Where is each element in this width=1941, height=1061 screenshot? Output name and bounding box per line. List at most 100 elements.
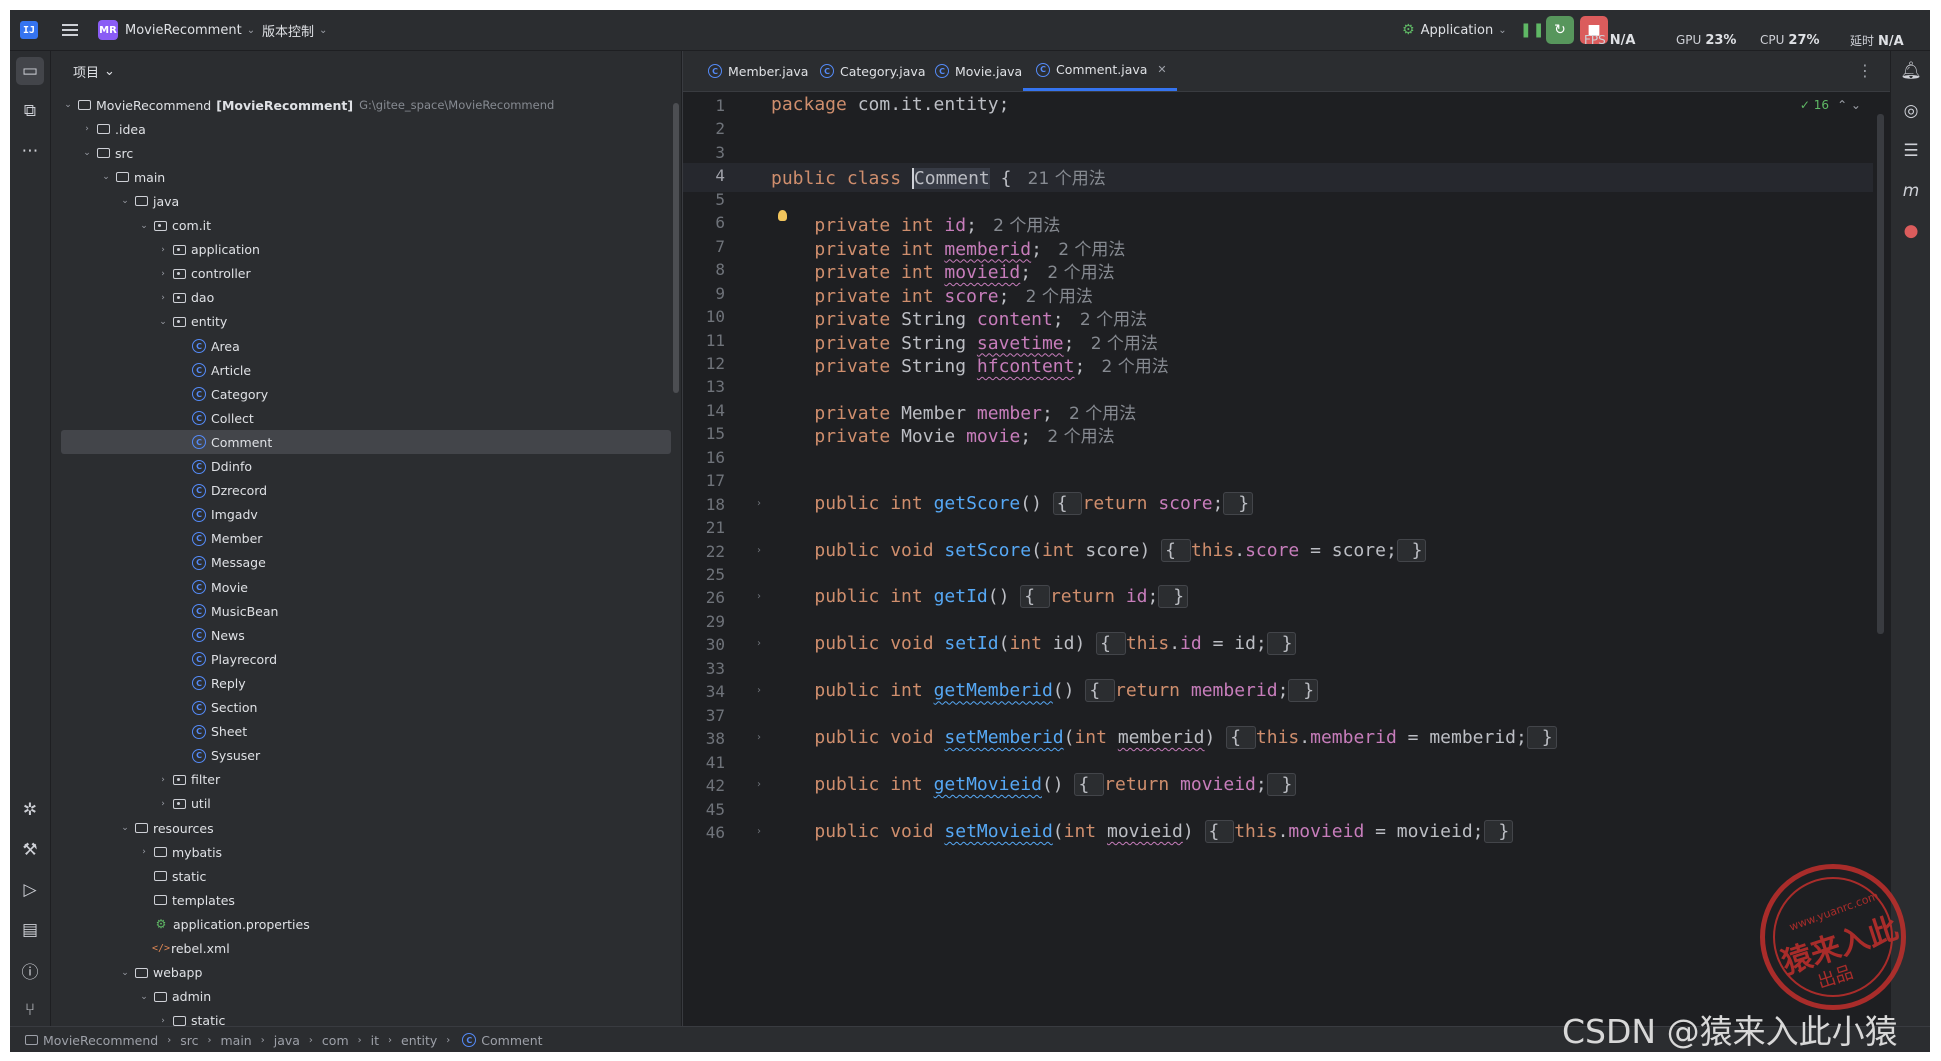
code-line[interactable]: public int getMemberid() { return member… bbox=[771, 679, 1319, 703]
code-line[interactable]: public void setMemberid(int memberid) { … bbox=[771, 726, 1557, 750]
usage-hint[interactable]: 2 个用法 bbox=[1020, 287, 1093, 307]
code-line[interactable]: public int getId() { return id; } bbox=[771, 585, 1189, 609]
breadcrumb-item[interactable]: com bbox=[322, 1033, 349, 1048]
tree-root[interactable]: ⌄ MovieRecommend [MovieRecomment] G:\git… bbox=[51, 93, 681, 117]
tree-item[interactable]: C Sheet bbox=[51, 720, 681, 744]
tree-item[interactable]: C Category bbox=[51, 382, 681, 406]
tree-item[interactable]: C Movie bbox=[51, 575, 681, 599]
chevron-down-icon[interactable]: ⌄ bbox=[80, 148, 94, 158]
tree-item[interactable]: ⚙ application.properties bbox=[51, 912, 681, 936]
fold-chevron-icon[interactable]: › bbox=[757, 826, 761, 837]
usage-hint[interactable]: 21 个用法 bbox=[1022, 169, 1106, 189]
fold-chevron-icon[interactable]: › bbox=[757, 638, 761, 649]
code-line[interactable]: private int score; 2 个用法 bbox=[771, 282, 1093, 307]
chevron-down-icon[interactable]: ⌄ bbox=[99, 172, 113, 182]
run-tool-icon[interactable]: ▷ bbox=[16, 876, 44, 904]
code-line[interactable]: private String savetime; 2 个用法 bbox=[771, 329, 1158, 354]
usage-hint[interactable]: 2 个用法 bbox=[988, 216, 1060, 236]
tree-item[interactable]: C News bbox=[51, 623, 681, 647]
breadcrumb-item[interactable]: it bbox=[371, 1033, 379, 1048]
chevron-right-icon[interactable]: › bbox=[156, 1016, 170, 1026]
tree-item[interactable]: C Comment bbox=[61, 430, 671, 455]
tree-item[interactable]: ⌄ src bbox=[51, 141, 681, 165]
ai-assistant-icon[interactable]: ◎ bbox=[1897, 97, 1925, 125]
tree-item[interactable]: ⌄ webapp bbox=[51, 961, 681, 985]
usage-hint[interactable]: 2 个用法 bbox=[1053, 240, 1125, 260]
structure-tool-icon[interactable]: ⧉ bbox=[16, 97, 44, 125]
problems-icon[interactable]: ⓘ bbox=[16, 956, 44, 984]
usage-hint[interactable]: 2 个用法 bbox=[1042, 263, 1114, 283]
project-tool-icon[interactable]: ▭ bbox=[16, 57, 44, 85]
tree-item[interactable]: C Playrecord bbox=[51, 647, 681, 671]
tree-item[interactable]: ⌄ com.it bbox=[51, 214, 681, 238]
code-line[interactable]: public void setId(int id) { this.id = id… bbox=[771, 632, 1297, 656]
app-logo-icon[interactable]: IJ bbox=[20, 21, 38, 39]
tree-item[interactable]: C Sysuser bbox=[51, 744, 681, 768]
fold-chevron-icon[interactable]: › bbox=[757, 498, 761, 509]
tree-item[interactable]: › dao bbox=[51, 286, 681, 310]
chevron-right-icon[interactable]: › bbox=[156, 245, 170, 255]
tree-item[interactable]: C Reply bbox=[51, 671, 681, 695]
code-line[interactable]: public void setScore(int score) { this.s… bbox=[771, 538, 1427, 562]
breadcrumb-item[interactable]: entity bbox=[401, 1033, 437, 1048]
fold-chevron-icon[interactable]: › bbox=[757, 545, 761, 556]
code-line[interactable]: public int getMovieid() { return movieid… bbox=[771, 773, 1297, 797]
editor-tab[interactable]: C Comment.java ✕ bbox=[1023, 51, 1177, 91]
tree-item[interactable]: </> rebel.xml bbox=[51, 937, 681, 961]
chevron-down-icon[interactable]: ⌄ bbox=[61, 100, 75, 110]
tree-item[interactable]: C Section bbox=[51, 696, 681, 720]
tree-item[interactable]: ⌄ admin bbox=[51, 985, 681, 1009]
tree-item[interactable]: C Dzrecord bbox=[51, 479, 681, 503]
database-icon[interactable]: ☰ bbox=[1897, 137, 1925, 165]
code-line[interactable]: private int memberid; 2 个用法 bbox=[771, 235, 1125, 260]
usage-hint[interactable]: 2 个用法 bbox=[1096, 357, 1169, 377]
editor-tab[interactable]: C Member.java bbox=[695, 51, 818, 91]
code-line[interactable]: public void setMovieid(int movieid) { th… bbox=[771, 819, 1514, 843]
usage-hint[interactable]: 2 个用法 bbox=[1085, 334, 1158, 354]
usage-hint[interactable]: 2 个用法 bbox=[1042, 427, 1114, 447]
chevron-right-icon[interactable]: › bbox=[156, 799, 170, 809]
fold-chevron-icon[interactable]: › bbox=[757, 591, 761, 602]
breadcrumb-item[interactable]: Comment bbox=[481, 1033, 542, 1048]
editor-tab[interactable]: C Movie.java bbox=[922, 51, 1032, 91]
inspection-widget[interactable]: ✓ 16 ⌃ ⌄ bbox=[1800, 98, 1861, 112]
code-line[interactable]: private Member member; 2 个用法 bbox=[771, 399, 1136, 424]
project-scrollbar[interactable] bbox=[673, 103, 679, 393]
project-switcher[interactable]: MR MovieRecomment ⌄ bbox=[98, 10, 255, 50]
maven-icon[interactable]: m bbox=[1897, 177, 1925, 205]
main-menu-button[interactable] bbox=[62, 10, 78, 50]
code-line[interactable]: public int getScore() { return score; } bbox=[771, 491, 1254, 515]
build-icon[interactable]: ⚒ bbox=[16, 836, 44, 864]
chevron-down-icon[interactable]: ⌄ bbox=[118, 196, 132, 206]
tree-item[interactable]: C Member bbox=[51, 527, 681, 551]
tree-item[interactable]: C Imgadv bbox=[51, 503, 681, 527]
tree-item[interactable]: ⌄ resources bbox=[51, 816, 681, 840]
fold-chevron-icon[interactable]: › bbox=[757, 732, 761, 743]
tree-item[interactable]: C Ddinfo bbox=[51, 455, 681, 479]
editor-tab[interactable]: C Category.java bbox=[807, 51, 935, 91]
git-icon[interactable]: ⑂ bbox=[16, 996, 44, 1024]
notifications-icon[interactable]: 🔔︎ bbox=[1897, 57, 1925, 85]
tree-item[interactable]: C Article bbox=[51, 358, 681, 382]
usage-hint[interactable]: 2 个用法 bbox=[1064, 404, 1136, 424]
more-options-icon[interactable]: ⋮ bbox=[1857, 61, 1873, 80]
project-panel-header[interactable]: 项目 ⌄ bbox=[51, 51, 681, 91]
code-line[interactable]: package com.it.entity; bbox=[771, 94, 1009, 115]
chevron-down-icon[interactable]: ⌄ bbox=[137, 992, 151, 1002]
code-line[interactable]: private int id; 2 个用法 bbox=[771, 211, 1060, 236]
nav-arrows-icon[interactable]: ⌃ ⌄ bbox=[1837, 98, 1861, 112]
tree-item[interactable]: ⌄ java bbox=[51, 189, 681, 213]
chevron-down-icon[interactable]: ⌄ bbox=[118, 823, 132, 833]
breadcrumb-item[interactable]: java bbox=[274, 1033, 300, 1048]
tree-item[interactable]: ⌄ entity bbox=[51, 310, 681, 334]
tree-item[interactable]: templates bbox=[51, 888, 681, 912]
breadcrumb-item[interactable]: main bbox=[220, 1033, 251, 1048]
tree-item[interactable]: C Message bbox=[51, 551, 681, 575]
tree-item[interactable]: C Area bbox=[51, 334, 681, 358]
chevron-right-icon[interactable]: › bbox=[80, 124, 94, 134]
tree-item[interactable]: › filter bbox=[51, 768, 681, 792]
usage-hint[interactable]: 2 个用法 bbox=[1074, 310, 1147, 330]
chevron-down-icon[interactable]: ⌄ bbox=[137, 221, 151, 231]
tree-item[interactable]: C MusicBean bbox=[51, 599, 681, 623]
debug-icon[interactable]: ✲ bbox=[16, 796, 44, 824]
